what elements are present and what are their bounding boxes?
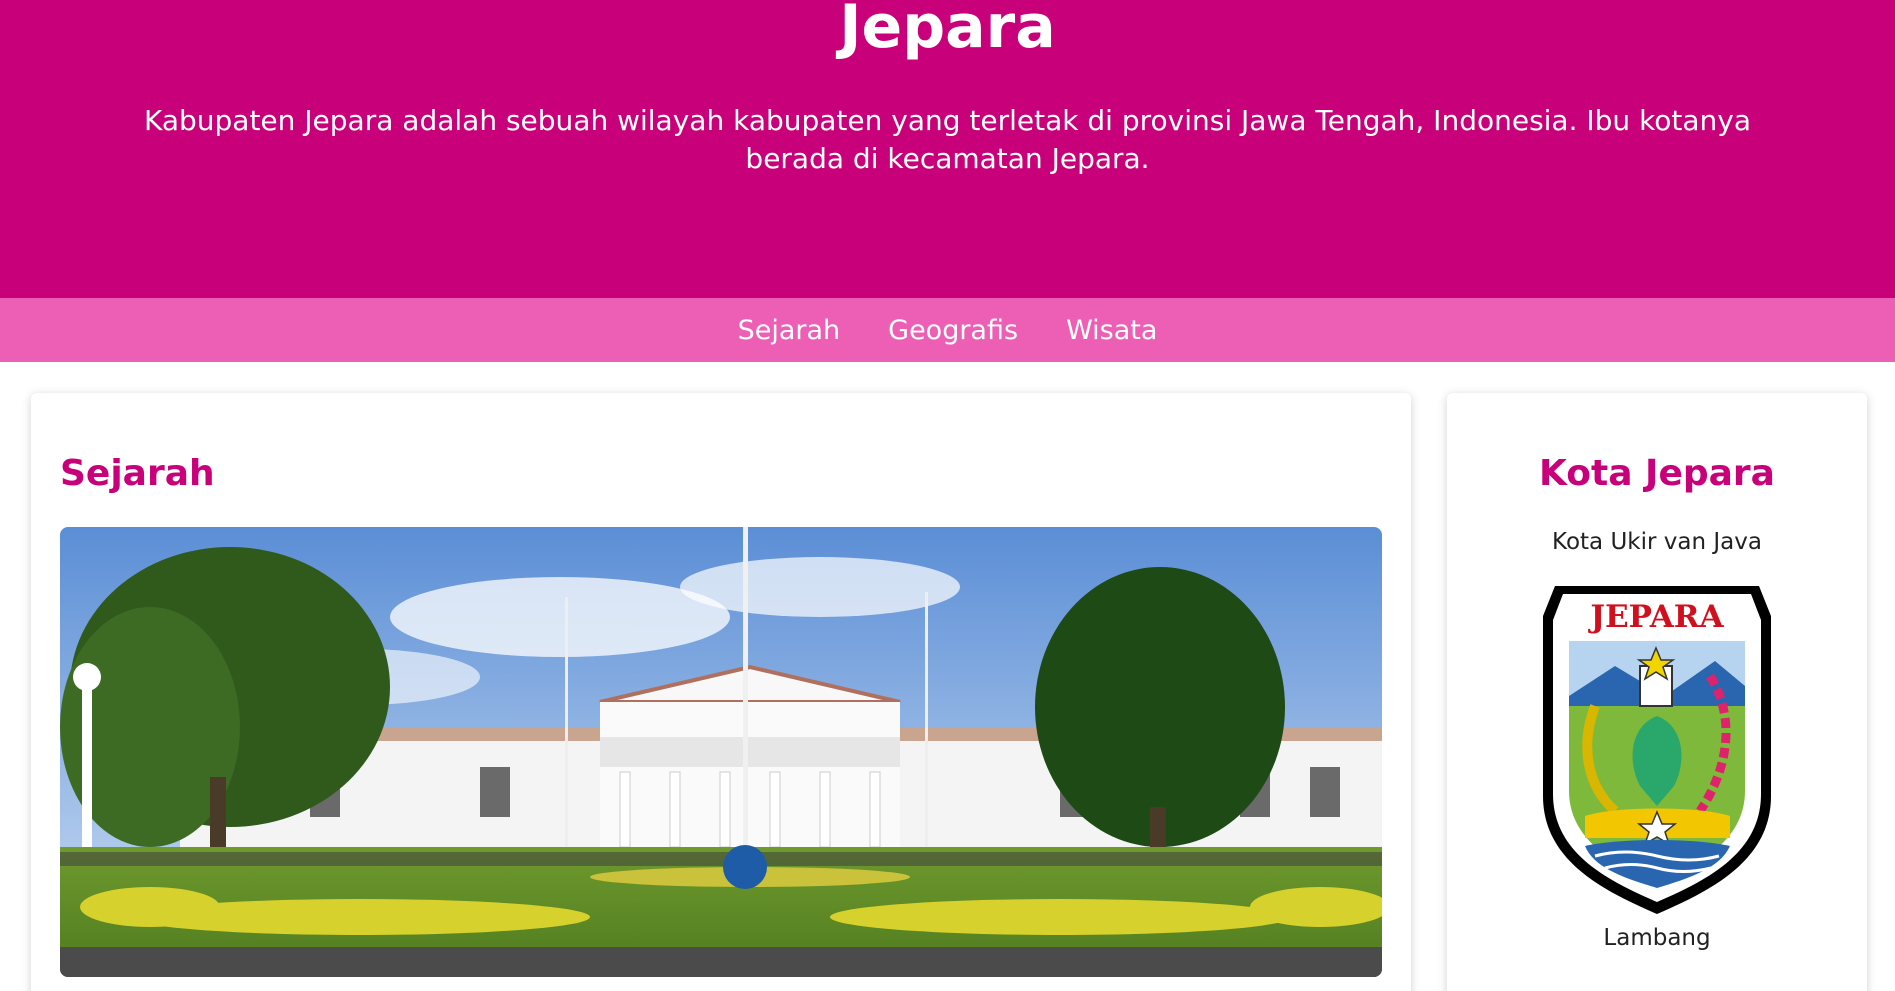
government-building-image [60,527,1382,977]
nav-link-wisata[interactable]: Wisata [1066,315,1157,346]
site-header: Jepara Kabupaten Jepara adalah sebuah wi… [0,0,1895,298]
nav-link-geografis[interactable]: Geografis [888,315,1018,346]
main-content-card: Sejarah [31,393,1411,991]
crest-text: JEPARA [1587,599,1724,635]
history-photo [60,527,1382,977]
crest-caption: Lambang [1603,925,1711,951]
crest-image: JEPARA [1543,586,1771,914]
main-nav: Sejarah Geografis Wisata [0,298,1895,362]
page-title: Jepara [839,0,1056,62]
sidebar-title: Kota Jepara [1539,453,1775,494]
page-description: Kabupaten Jepara adalah sebuah wilayah k… [143,104,1752,175]
nav-link-sejarah[interactable]: Sejarah [738,315,841,346]
section-title: Sejarah [60,453,215,494]
sidebar-card: Kota Jepara Kota Ukir van Java JEPARA La… [1447,393,1867,991]
city-motto: Kota Ukir van Java [1552,529,1762,555]
